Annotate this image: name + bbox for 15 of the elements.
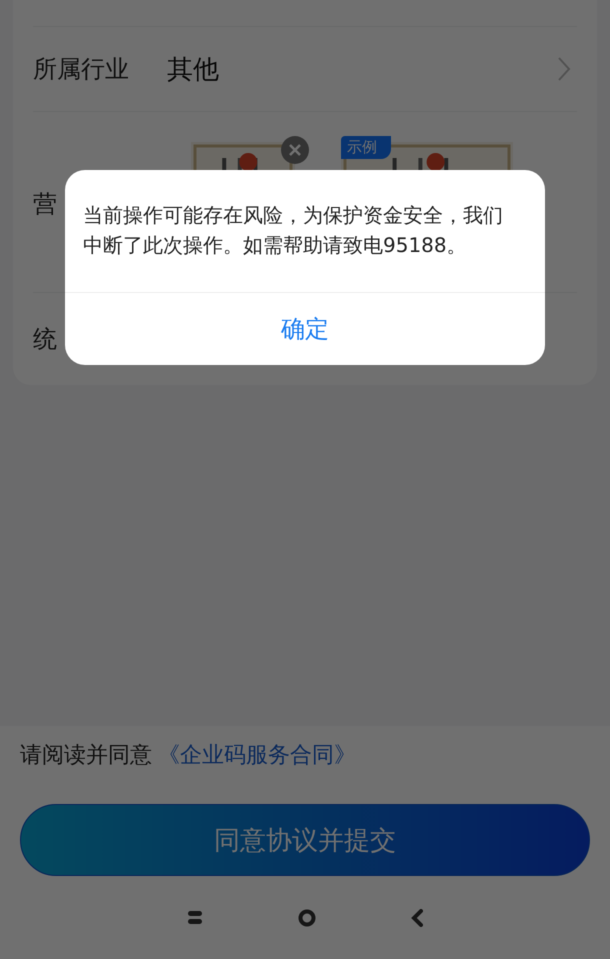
close-icon[interactable] — [281, 136, 309, 164]
field-label: 统 — [33, 324, 57, 355]
back-icon[interactable] — [410, 908, 423, 927]
sample-tag: 示例 — [341, 136, 391, 159]
field-label: 所属行业 — [33, 54, 129, 85]
dialog-message: 当前操作可能存在风险，为保护资金安全，我们中断了此次操作。如需帮助请致电95188。 — [82, 202, 504, 259]
contract-link[interactable]: 《企业码服务合同》 — [158, 740, 356, 770]
chevron-right-icon — [557, 56, 571, 82]
submit-button[interactable]: 同意协议并提交 — [20, 804, 590, 876]
agreement-text: 请阅读并同意 — [20, 742, 152, 770]
confirm-button[interactable]: 确定 — [65, 292, 545, 365]
menu-icon[interactable] — [187, 910, 204, 926]
home-icon[interactable] — [298, 908, 316, 927]
field-value[interactable]: 其他 — [167, 52, 219, 86]
field-label: 营 — [33, 189, 57, 220]
